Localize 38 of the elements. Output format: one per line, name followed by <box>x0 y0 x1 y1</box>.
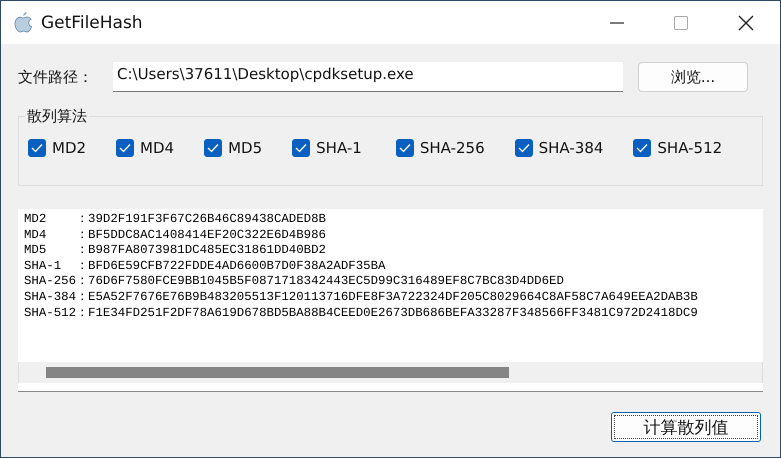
hash-result-line: SHA-512：F1E34FD251F2DF78A619D678BD5BA88B4CEED0E2673DB686BEFA33287F348566FF3481C972D2418DC9 <box>24 306 699 322</box>
checkmark-icon <box>295 143 308 153</box>
scrollbar-thumb[interactable] <box>46 367 509 378</box>
checkmark-icon <box>518 143 530 153</box>
checkbox-label[interactable]: MD5 <box>228 139 262 157</box>
close-icon[interactable] <box>738 14 754 30</box>
checkbox[interactable] <box>396 139 414 157</box>
checkbox[interactable] <box>28 139 46 157</box>
hash-result-line: MD4 ：BF5DDC8AC1408414EF20C322E6D4B986 <box>24 228 327 244</box>
checkbox[interactable] <box>633 139 652 157</box>
checkbox-label[interactable]: SHA-384 <box>538 139 604 157</box>
checkbox-label[interactable]: SHA-1 <box>316 139 362 157</box>
file-path-label: 文件路径： <box>18 68 94 86</box>
browse-button[interactable]: 浏览... <box>638 62 748 92</box>
checkmark-icon <box>119 143 132 153</box>
checkbox-label[interactable]: MD4 <box>140 139 174 157</box>
checkbox[interactable] <box>292 139 310 157</box>
checkbox-label[interactable]: SHA-256 <box>420 139 485 157</box>
group-title: 散列算法 <box>25 107 89 126</box>
hash-result-line: SHA-384：E5A52F7676E76B9B483205513F120113716DFE8F3A722324DF205C8029664C8AF58C7A649EEA2DAB3B <box>24 290 699 306</box>
apple-logo-icon <box>13 10 33 34</box>
hash-result-line: SHA-1 ：BFD6E59CFB722FDDE4AD6600B7D0F38A2ADF35BA <box>24 258 386 274</box>
hash-result-line: MD5 ：B987FA8073981DC485EC31861DD40BD2 <box>24 243 327 259</box>
checkbox-label[interactable]: SHA-512 <box>657 139 722 157</box>
checkmark-icon <box>207 143 220 153</box>
file-path-field[interactable]: C:\Users\37611\Desktop\cpdksetup.exe <box>113 62 623 92</box>
checkbox[interactable] <box>204 139 222 157</box>
compute-hash-button[interactable]: 计算散列值 <box>611 412 761 442</box>
horizontal-scrollbar[interactable] <box>18 362 763 383</box>
checkbox-label[interactable]: MD2 <box>52 139 86 157</box>
checkbox[interactable] <box>514 139 533 157</box>
checkmark-icon <box>398 143 411 153</box>
hash-result-line: SHA-256：76D6F7580FCE9BB1045B5F0871718342443EC5D99C316489EF8C7BC83D4DD6ED <box>24 274 565 290</box>
checkmark-icon <box>31 143 43 153</box>
checkmark-icon <box>636 143 648 153</box>
window-title: GetFileHash <box>41 12 143 32</box>
checkbox[interactable] <box>116 139 134 157</box>
hash-result-line: MD2 ：39D2F191F3F67C26B46C89438CADED8B <box>24 212 327 228</box>
